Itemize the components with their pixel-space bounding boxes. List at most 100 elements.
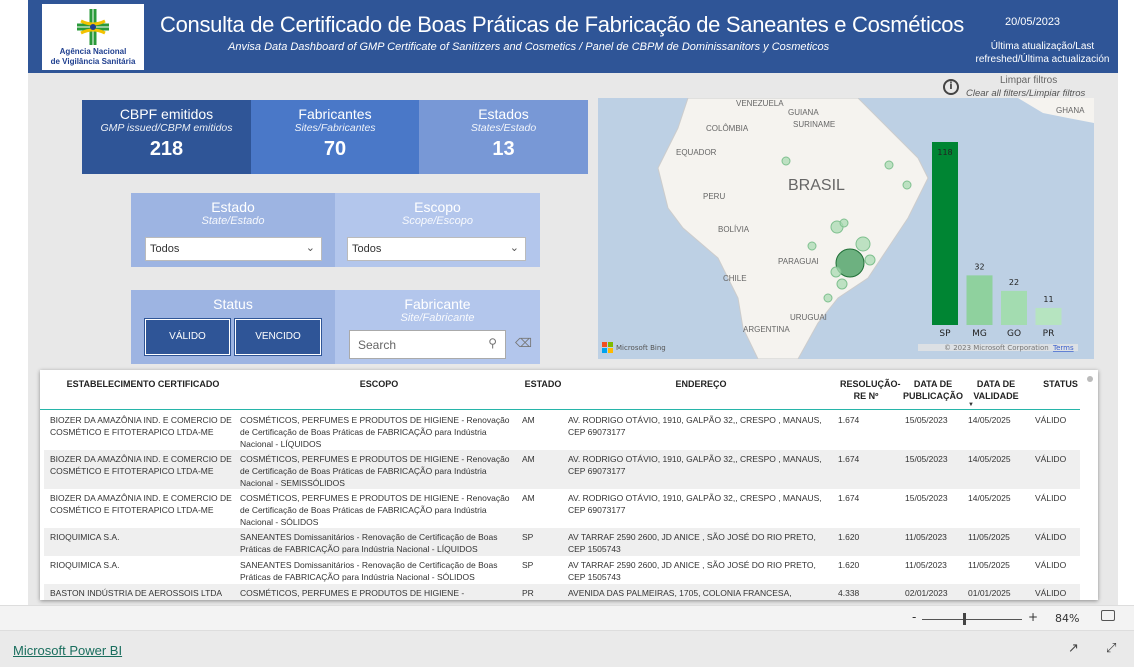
- page-title: Consulta de Certificado de Boas Práticas…: [160, 12, 964, 37]
- kpi-sublabel: GMP issued/CBPM emitidos: [100, 122, 233, 134]
- zoom-slider-thumb[interactable]: [963, 613, 966, 625]
- table-scrollbar[interactable]: [1087, 376, 1093, 382]
- bar-GO[interactable]: [1001, 290, 1027, 325]
- table-cell: RIOQUIMICA S.A.: [50, 560, 120, 570]
- power-bi-link[interactable]: Microsoft Power BI: [13, 643, 122, 658]
- table-cell: BIOZER DA AMAZÔNIA IND. E COMERCIO DE CO…: [50, 415, 232, 437]
- estado-dropdown[interactable]: Todos ⌄: [145, 237, 322, 261]
- sort-descending-icon: ▼: [968, 402, 974, 408]
- table-cell: AV. RODRIGO OTÁVIO, 1910, GALPÃO 32,, CR…: [568, 454, 822, 476]
- bar-value-label: 32: [974, 262, 984, 271]
- map-bubble[interactable]: [807, 241, 817, 251]
- escopo-sublabel: Scope/Escopo: [402, 215, 473, 227]
- footer: Microsoft Power BI ↗ ⤢: [0, 631, 1134, 667]
- table-cell: COSMÉTICOS, PERFUMES E PRODUTOS DE HIGIE…: [240, 415, 510, 449]
- map-label: PARAGUAI: [778, 257, 819, 266]
- map-bubble[interactable]: [781, 156, 791, 166]
- map-bubble[interactable]: [855, 236, 871, 252]
- escopo-dropdown[interactable]: Todos ⌄: [347, 237, 526, 261]
- map-bubble[interactable]: [884, 160, 894, 170]
- map-bubble[interactable]: [839, 218, 849, 228]
- bar-PR[interactable]: [1035, 307, 1062, 325]
- table-cell: AV TARRAF 2590 2600, JD ANICE , SÃO JOSÉ…: [568, 532, 816, 554]
- table-row[interactable]: BASTON INDÚSTRIA DE AEROSSOIS LTDA COSMÉT…: [44, 584, 1080, 600]
- kpi-estados: Estados States/Estado 13: [419, 100, 588, 174]
- bar-value-label: 118: [937, 148, 952, 157]
- bar-MG[interactable]: [966, 275, 993, 325]
- map-bubble[interactable]: [830, 266, 842, 278]
- table-cell: 1.674: [838, 454, 860, 464]
- kpi-label: Fabricantes: [298, 106, 372, 122]
- table-cell: BASTON INDÚSTRIA DE AEROSSOIS LTDA: [50, 588, 223, 598]
- logo-line-2: de Vigilância Sanitária: [50, 57, 136, 66]
- map-label: GUIANA: [788, 108, 819, 117]
- status-valido-button[interactable]: VÁLIDO: [144, 318, 231, 356]
- map-bubble[interactable]: [902, 180, 912, 190]
- table-cell: VÁLIDO: [1035, 588, 1067, 598]
- table-cell: 14/05/2025: [968, 454, 1011, 464]
- kpi-fabricantes: Fabricantes Sites/Fabricantes 70: [251, 100, 419, 174]
- table-cell: 01/01/2025: [968, 588, 1011, 598]
- table-row[interactable]: RIOQUIMICA S.A. SANEANTES Domissanitários…: [44, 528, 1080, 556]
- table-cell: COSMÉTICOS, PERFUMES E PRODUTOS DE HIGIE…: [240, 493, 510, 527]
- table-cell: 4.338: [838, 588, 860, 598]
- column-header[interactable]: DATA DE VALIDADE: [966, 378, 1026, 402]
- bar-category-label: MG: [972, 329, 987, 339]
- estado-sublabel: State/Estado: [201, 215, 265, 227]
- eraser-icon[interactable]: ⌫: [515, 336, 532, 350]
- kpi-label: CBPF emitidos: [119, 106, 214, 122]
- map-bubble[interactable]: [864, 254, 876, 266]
- column-header[interactable]: ESTABELECIMENTO CERTIFICADO: [48, 378, 238, 390]
- table-row[interactable]: BIOZER DA AMAZÔNIA IND. E COMERCIO DE CO…: [44, 489, 1080, 528]
- fabricante-search-input[interactable]: Search ⚲: [349, 330, 506, 359]
- map-copyright: © 2023 Microsoft Corporation: [944, 344, 1049, 352]
- kpi-sublabel: Sites/Fabricantes: [294, 122, 376, 134]
- map-terms-link[interactable]: Terms: [1052, 344, 1074, 352]
- table-cell: VÁLIDO: [1035, 560, 1067, 570]
- table-cell: VÁLIDO: [1035, 532, 1067, 542]
- share-icon[interactable]: ↗: [1068, 641, 1079, 656]
- table-row[interactable]: RIOQUIMICA S.A. SANEANTES Domissanitários…: [44, 556, 1080, 584]
- clear-filters-label: Limpar filtros: [1000, 75, 1058, 86]
- column-header[interactable]: ESCOPO: [238, 378, 520, 390]
- column-header[interactable]: DATA DE PUBLICAÇÃO: [903, 378, 963, 402]
- table-cell: VÁLIDO: [1035, 454, 1067, 464]
- bing-provider: Microsoft Bing: [616, 344, 666, 352]
- status-vencido-button[interactable]: VENCIDO: [234, 318, 322, 356]
- map-bubble[interactable]: [823, 293, 833, 303]
- column-header[interactable]: ESTADO: [520, 378, 566, 390]
- fit-to-page-icon[interactable]: [1101, 610, 1115, 621]
- table-row[interactable]: BIOZER DA AMAZÔNIA IND. E COMERCIO DE CO…: [44, 450, 1080, 489]
- map-label: SURINAME: [793, 120, 835, 129]
- table-cell: 11/05/2023: [905, 560, 947, 570]
- fabricante-filter: Fabricante Site/Fabricante Search ⚲ ⌫: [335, 290, 540, 364]
- map-label: URUGUAI: [790, 313, 827, 322]
- map-label: PERU: [703, 192, 725, 201]
- bar-value-label: 22: [1009, 278, 1019, 287]
- table-cell: 15/05/2023: [905, 415, 948, 425]
- table-row[interactable]: BIOZER DA AMAZÔNIA IND. E COMERCIO DE CO…: [44, 411, 1080, 450]
- map-label: CHILE: [723, 274, 747, 283]
- chevron-down-icon: ⌄: [509, 242, 519, 254]
- zoom-slider[interactable]: [922, 619, 1022, 620]
- clear-filters-button[interactable]: i Limpar filtros Clear all filters/Limpi…: [940, 75, 1100, 99]
- bar-SP[interactable]: [932, 142, 958, 325]
- zoom-out-button[interactable]: -: [912, 610, 916, 624]
- table-cell: SP: [522, 532, 534, 542]
- zoom-in-button[interactable]: +: [1028, 610, 1038, 624]
- column-header[interactable]: ENDEREÇO: [566, 378, 836, 390]
- fullscreen-icon[interactable]: ⤢: [1106, 641, 1116, 656]
- column-header[interactable]: STATUS: [1033, 378, 1088, 390]
- table-cell: PR: [522, 588, 534, 598]
- search-placeholder: Search: [358, 338, 397, 352]
- table-cell: COSMÉTICOS, PERFUMES E PRODUTOS DE HIGIE…: [240, 454, 510, 488]
- table-cell: 15/05/2023: [905, 454, 948, 464]
- map-bubble[interactable]: [836, 278, 848, 290]
- escopo-label: Escopo: [414, 199, 461, 215]
- kpi-cbpf-emitidos: CBPF emitidos GMP issued/CBPM emitidos 2…: [82, 100, 251, 174]
- table-cell: AM: [522, 454, 535, 464]
- bar-category-label: GO: [1007, 329, 1021, 339]
- map-visual[interactable]: VENEZUELA GUIANA SURINAME COLÔMBIA EQUADOR BR…: [598, 98, 1094, 359]
- table-header: ESTABELECIMENTO CERTIFICADO ESCOPO ESTADO E…: [40, 370, 1080, 410]
- column-header[interactable]: RESOLUÇÃO-RE Nº: [840, 378, 901, 402]
